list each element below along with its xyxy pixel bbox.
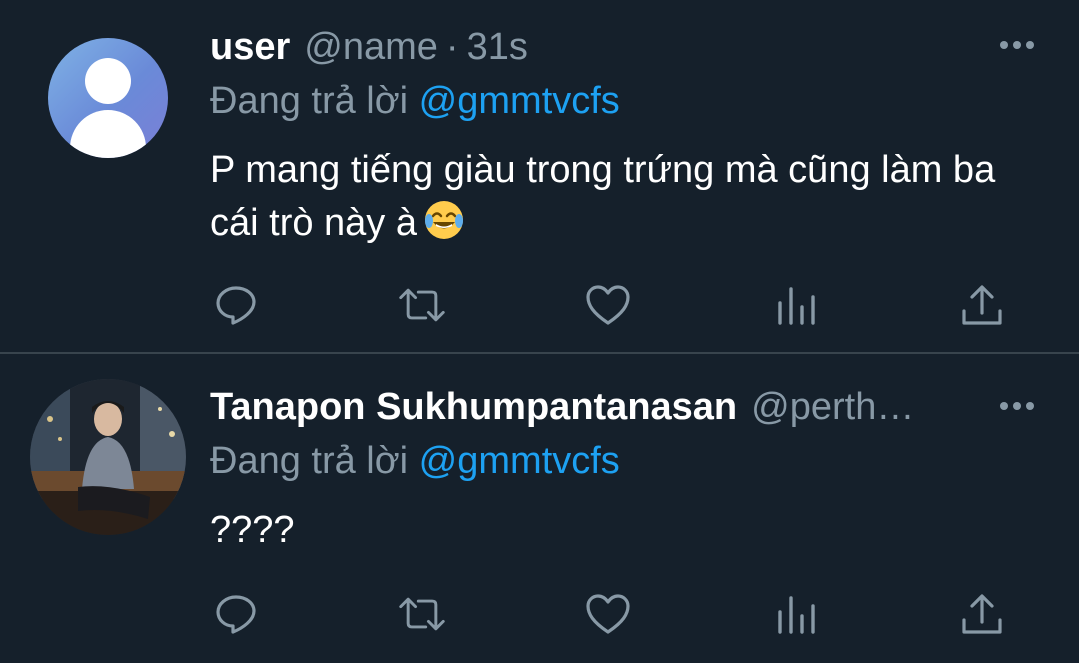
share-icon [962, 285, 1002, 325]
replying-to-label: Đang trả lời [210, 80, 409, 122]
reply-icon [216, 595, 256, 634]
reply-mention-link[interactable]: @gmmtvcfs [419, 440, 620, 482]
analytics-button[interactable] [772, 283, 820, 327]
retweet-button[interactable] [398, 592, 446, 636]
display-name[interactable]: Tanapon Sukhumpantanasan [210, 386, 737, 429]
like-button[interactable] [584, 283, 632, 327]
face-with-tears-of-joy-icon [425, 201, 463, 239]
separator-dot: · [445, 26, 459, 68]
avatar[interactable] [48, 38, 168, 158]
timestamp[interactable]: 31s [467, 26, 528, 69]
share-button[interactable] [958, 592, 1006, 636]
display-name[interactable]: user [210, 26, 290, 69]
retweet-icon [399, 597, 445, 631]
avatar-head-shape [85, 58, 131, 104]
like-icon [586, 285, 630, 325]
tweet-text: P mang tiếng giàu trong trứng mà cũng là… [210, 144, 1010, 250]
tweet-actions [210, 592, 1010, 636]
avatar-shoulders-shape [70, 110, 146, 158]
analytics-icon [778, 596, 815, 634]
reply-button[interactable] [212, 283, 260, 327]
analytics-icon [778, 287, 815, 325]
more-options-icon[interactable] [999, 40, 1035, 50]
profile-photo-icon [30, 379, 186, 535]
retweet-icon [399, 288, 445, 322]
tweet-header: Tanapon Sukhumpantanasan @perth… [210, 386, 914, 430]
more-options-icon[interactable] [999, 401, 1035, 411]
tweet[interactable]: Tanapon Sukhumpantanasan @perth… Đang tr… [0, 354, 1079, 663]
reply-mention-link[interactable]: @gmmtvcfs [419, 80, 620, 122]
share-button[interactable] [958, 283, 1006, 327]
replying-to-label: Đang trả lời [210, 440, 409, 482]
like-button[interactable] [584, 592, 632, 636]
reply-icon [216, 286, 256, 325]
retweet-button[interactable] [398, 283, 446, 327]
tweet[interactable]: user @name · 31s Đang trả lời @gmmtvcfs … [0, 0, 1079, 352]
replying-to-line: Đang trả lời @gmmtvcfs [210, 80, 620, 123]
tweet-actions [210, 283, 1010, 327]
tweet-text-content: P mang tiếng giàu trong trứng mà cũng là… [210, 149, 996, 244]
tweet-text: ???? [210, 504, 1010, 557]
analytics-button[interactable] [772, 592, 820, 636]
tweet-header: user @name · 31s [210, 26, 528, 70]
like-icon [586, 594, 630, 634]
user-handle[interactable]: @name [304, 26, 438, 69]
reply-button[interactable] [212, 592, 260, 636]
tweet-text-content: ???? [210, 509, 295, 551]
share-icon [962, 594, 1002, 634]
avatar[interactable] [30, 379, 186, 535]
user-handle[interactable]: @perth… [751, 386, 914, 429]
replying-to-line: Đang trả lời @gmmtvcfs [210, 440, 620, 483]
